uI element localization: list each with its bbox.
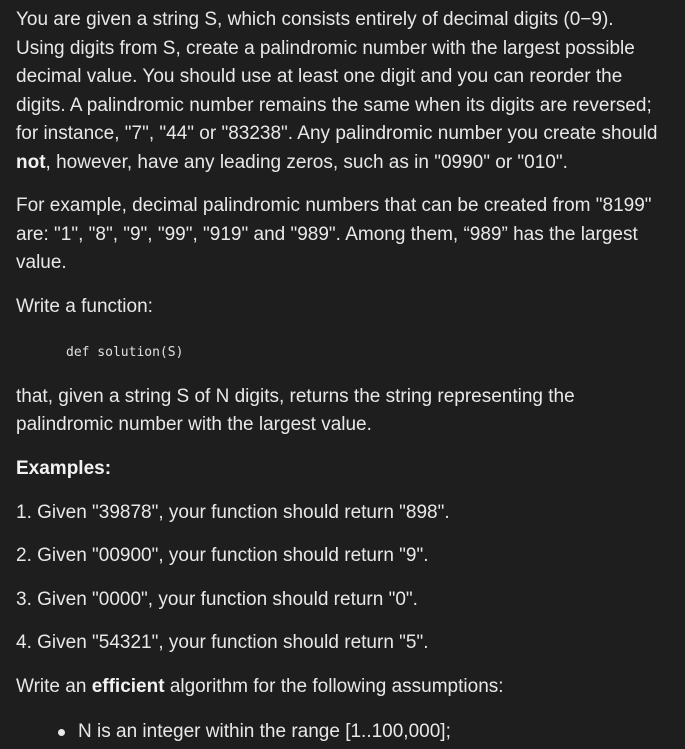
emphasis-efficient: efficient [91, 676, 165, 697]
efficient-prefix: Write an [16, 676, 92, 697]
intro-line-3: decimal value. You should use at least o… [16, 66, 623, 87]
efficient-suffix: algorithm for the following assumptions: [164, 676, 504, 697]
examples-heading-text: Examples: [16, 458, 112, 479]
efficient-line: Write an efficient algorithm for the fol… [16, 673, 504, 702]
intro-line-4: digits. A palindromic number remains the… [16, 95, 652, 116]
example-line-2: are: "1", "8", "9", "99", "919" and "989… [16, 224, 638, 245]
write-function-label: Write a function: [16, 296, 153, 317]
example-item-1: 1. Given "39878", your function should r… [16, 502, 450, 523]
returns-line-1: that, given a string S of N digits, retu… [16, 386, 575, 407]
assumption-item-1: N is an integer within the range [1..100… [78, 721, 451, 742]
examples-heading: Examples: [16, 455, 111, 484]
code-signature: def solution(S) [66, 345, 184, 360]
emphasis-not: not [16, 152, 46, 173]
intro-line-6-rest: , however, have any leading zeros, such … [45, 152, 568, 173]
example-item-4: 4. Given "54321", your function should r… [16, 632, 429, 653]
intro-line-5: for instance, "7", "44" or "83238". Any … [16, 123, 658, 144]
intro-line-2: Using digits from S, create a palindromi… [16, 38, 635, 59]
problem-statement: You are given a string S, which consists… [0, 0, 685, 749]
returns-line-2: palindromic number with the largest valu… [16, 414, 372, 435]
example-line-3: value. [16, 252, 67, 273]
example-line-1: For example, decimal palindromic numbers… [16, 195, 652, 216]
bullet-icon [56, 718, 65, 746]
example-item-3: 3. Given "0000", your function should re… [16, 589, 418, 610]
intro-line-1: You are given a string S, which consists… [16, 9, 614, 30]
example-item-2: 2. Given "00900", your function should r… [16, 545, 429, 566]
intro-line-6: not, however, have any leading zeros, su… [16, 149, 568, 178]
